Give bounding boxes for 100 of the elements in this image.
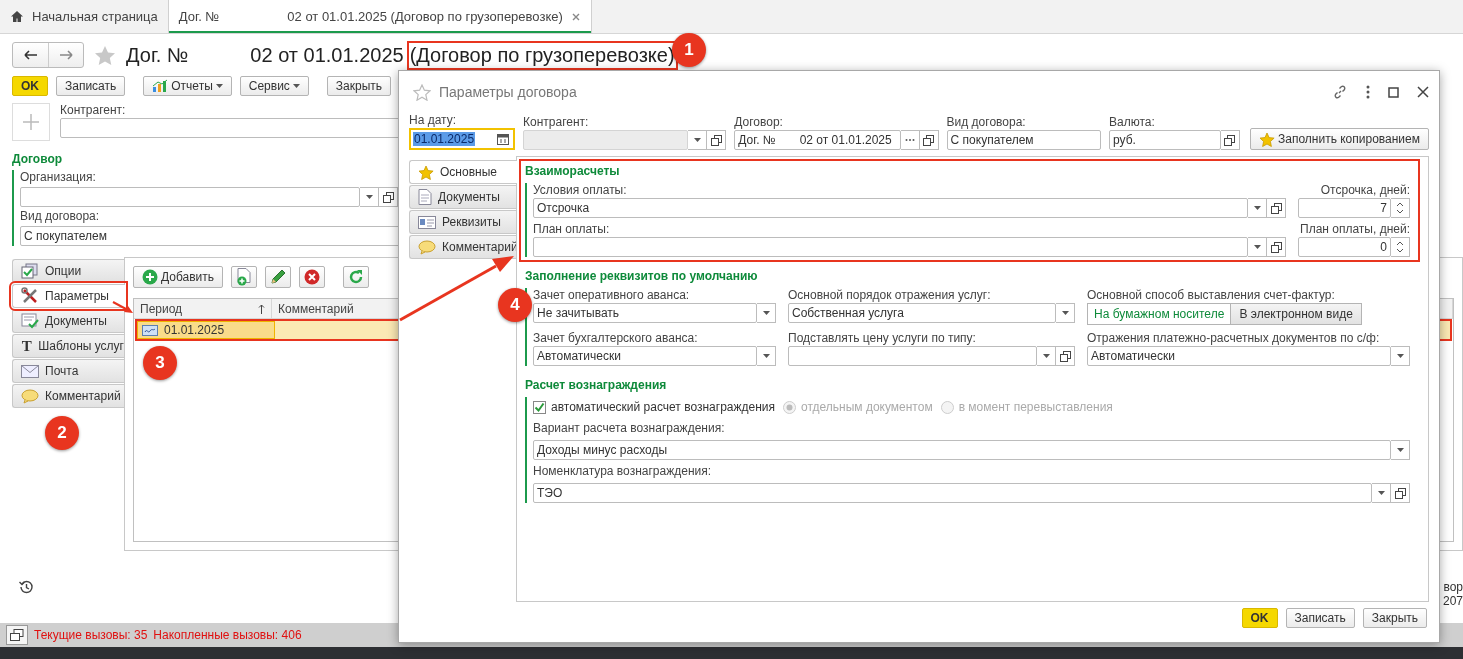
input-field[interactable]: Автоматически: [1087, 346, 1391, 366]
dropdown-button[interactable]: [1037, 346, 1056, 366]
open-button[interactable]: [1267, 237, 1286, 257]
side-tab[interactable]: Комментарий: [12, 384, 124, 408]
input-field[interactable]: [533, 237, 1248, 257]
open-icon: [382, 191, 394, 203]
field-label: На дату:: [409, 113, 458, 128]
input-field[interactable]: Дог. № 02 от 01.01.2025: [734, 130, 901, 150]
open-button[interactable]: [1267, 198, 1286, 218]
windows-button[interactable]: [6, 625, 28, 645]
field-label: Отражения платежно-расчетных документов по с/ф:: [1087, 331, 1381, 346]
side-tab[interactable]: Реквизиты: [409, 210, 516, 234]
spin-button[interactable]: [1391, 237, 1410, 257]
refresh-button[interactable]: [343, 266, 370, 288]
dropdown-button[interactable]: [1391, 346, 1410, 366]
button[interactable]: Закрыть: [326, 76, 392, 96]
side-tab[interactable]: T Шаблоны услуг: [12, 334, 124, 358]
dialog-title: Параметры договора: [439, 84, 578, 100]
date-field[interactable]: 01.01.2025: [409, 128, 515, 150]
caret-icon: [1253, 206, 1261, 210]
field-label: Номенклатура вознаграждения:: [533, 464, 713, 479]
delete-button[interactable]: [299, 266, 326, 288]
caret-icon: [365, 195, 373, 199]
button[interactable]: Записать: [1285, 608, 1355, 628]
side-tab[interactable]: Почта: [12, 359, 124, 383]
checkbox[interactable]: автоматический расчет вознаграждения: [533, 400, 775, 414]
toggle-option[interactable]: В электронном виде: [1231, 303, 1362, 325]
cut-off-text: 207: [1442, 594, 1463, 608]
step-marker: 3: [143, 346, 177, 380]
input-field[interactable]: Автоматически: [533, 346, 757, 366]
history-icon[interactable]: [18, 579, 34, 595]
refresh-icon: [348, 269, 365, 285]
calendar-icon[interactable]: [497, 133, 509, 145]
caret-icon: [1253, 245, 1261, 249]
cell-text: 01.01.2025: [164, 323, 225, 337]
input-field[interactable]: С покупателем: [946, 130, 1101, 150]
input-field[interactable]: 0: [1298, 237, 1391, 257]
dropdown-button[interactable]: [1391, 440, 1410, 460]
caret-icon: [1396, 354, 1404, 358]
tab[interactable]: Дог. № 02 от 01.01.2025 (Договор по грузоперевозке): [167, 0, 592, 33]
open-button[interactable]: [1056, 346, 1075, 366]
menu-button[interactable]: Отчеты: [143, 76, 232, 96]
dropdown-button[interactable]: [757, 346, 776, 366]
input-field[interactable]: ТЭО: [533, 483, 1372, 503]
side-tab[interactable]: Опции: [12, 259, 124, 283]
annotation-arrow: [112, 301, 133, 313]
menu-button[interactable]: Сервис: [239, 76, 309, 96]
dropdown-button[interactable]: [688, 130, 708, 150]
input-field[interactable]: [788, 346, 1037, 366]
open-button[interactable]: [1391, 483, 1410, 503]
open-button[interactable]: [707, 130, 727, 150]
input-field[interactable]: Собственная услуга: [788, 303, 1056, 323]
dropdown-button[interactable]: [360, 187, 379, 207]
spin-button[interactable]: [1391, 198, 1410, 218]
toggle-option[interactable]: На бумажном носителе: [1087, 303, 1232, 325]
button[interactable]: Закрыть: [1362, 608, 1427, 628]
caret-icon: [762, 311, 770, 315]
tab-label: Документы: [45, 314, 107, 328]
input-field[interactable]: Не зачитывать: [533, 303, 757, 323]
star-icon[interactable]: [94, 44, 116, 66]
column-header[interactable]: Период: [134, 299, 272, 318]
chart-icon: [152, 79, 169, 93]
envelope-icon: [21, 364, 39, 378]
table-cell[interactable]: 01.01.2025: [137, 321, 275, 339]
form-title: 02 от 01.01.2025: [250, 43, 404, 67]
tab[interactable]: Начальная страница: [0, 0, 168, 33]
input-field[interactable]: Доходы минус расходы: [533, 440, 1391, 460]
open-button[interactable]: [1220, 130, 1240, 150]
document-icon: [418, 189, 432, 205]
side-tab[interactable]: Основные: [409, 160, 517, 184]
star-icon[interactable]: [413, 83, 431, 101]
close-icon[interactable]: [1417, 86, 1429, 98]
dropdown-button[interactable]: [1372, 483, 1391, 503]
button[interactable]: Записать: [56, 76, 126, 96]
dropdown-button[interactable]: [1248, 198, 1267, 218]
side-tab[interactable]: Документы: [409, 185, 516, 209]
side-tab[interactable]: Параметры: [12, 284, 125, 308]
fill-by-copy-button[interactable]: Заполнить копированием: [1249, 128, 1429, 150]
open-icon: [1224, 134, 1236, 146]
link-icon[interactable]: [1332, 84, 1348, 100]
maximize-icon[interactable]: [1388, 86, 1399, 98]
ok-button[interactable]: OK: [12, 76, 48, 96]
dropdown-button[interactable]: [1248, 237, 1267, 257]
input-field[interactable]: руб.: [1109, 130, 1221, 150]
add-button[interactable]: Добавить: [133, 266, 224, 288]
tab-label: Параметры: [45, 289, 109, 303]
input-field[interactable]: [20, 187, 360, 207]
caret-icon: [1042, 354, 1050, 358]
group-title: Взаиморасчеты: [525, 164, 621, 179]
side-tab[interactable]: Комментарий: [409, 235, 516, 259]
dropdown-button[interactable]: [1056, 303, 1075, 323]
input-field[interactable]: 7: [1298, 198, 1391, 218]
input-field[interactable]: Отсрочка: [533, 198, 1248, 218]
more-icon[interactable]: [1366, 85, 1370, 99]
open-button[interactable]: [379, 187, 398, 207]
dropdown-button[interactable]: [757, 303, 776, 323]
copy-button[interactable]: [231, 266, 258, 288]
side-tab[interactable]: Документы: [12, 309, 124, 333]
edit-button[interactable]: [265, 266, 292, 288]
ok-button[interactable]: OK: [1241, 608, 1278, 628]
